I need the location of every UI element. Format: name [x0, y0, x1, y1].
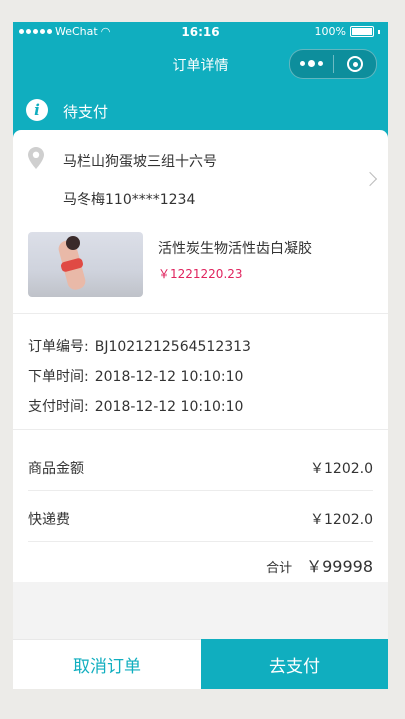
chevron-right-icon[interactable] — [362, 171, 378, 187]
nav-bar: 订单详情 — [13, 42, 388, 86]
mini-program-capsule — [289, 49, 377, 79]
goods-amount-label: 商品金额 — [28, 461, 84, 477]
pay-time-row: 支付时间: 2018-12-12 10:10:10 — [28, 396, 243, 416]
order-number-value: BJ1021212564512313 — [94, 339, 251, 355]
order-number-row: 订单编号: BJ1021212564512313 — [28, 336, 251, 356]
pay-button[interactable]: 去支付 — [201, 639, 388, 689]
product-thumbnail[interactable] — [28, 232, 143, 297]
amount-section: 商品金额 ￥1202.0 快递费 ￥1202.0 合计 ￥99998 — [13, 430, 388, 582]
product-price: ￥1221220.23 — [158, 267, 243, 281]
order-time-label: 下单时间: — [28, 369, 89, 385]
cancel-order-button[interactable]: 取消订单 — [13, 639, 201, 689]
battery-icon — [350, 26, 374, 37]
phone-screen: WeChat ◠ 16:16 100% 订单详情 i 待支付 马栏山狗蛋坡三组十… — [13, 22, 388, 689]
total-row: 合计 ￥99998 — [266, 553, 373, 577]
battery-percent: 100% — [314, 25, 346, 38]
pay-time-value: 2018-12-12 10:10:10 — [94, 399, 244, 415]
more-dots-icon[interactable] — [290, 60, 333, 67]
order-info-section: 订单编号: BJ1021212564512313 下单时间: 2018-12-12 … — [13, 314, 388, 429]
total-label: 合计 — [266, 561, 293, 576]
address-section[interactable]: 马栏山狗蛋坡三组十六号 马冬梅110****1234 活性炭生物活性齿白凝胶 ￥… — [13, 130, 388, 313]
action-bar: 取消订单 去支付 — [13, 639, 388, 689]
total-value: ￥99998 — [306, 557, 373, 576]
close-circle-icon[interactable] — [334, 56, 376, 72]
order-card: 马栏山狗蛋坡三组十六号 马冬梅110****1234 活性炭生物活性齿白凝胶 ￥… — [13, 130, 388, 582]
info-icon: i — [26, 99, 48, 121]
divider — [28, 541, 373, 542]
status-bar: WeChat ◠ 16:16 100% — [13, 22, 388, 42]
order-time-value: 2018-12-12 10:10:10 — [94, 369, 244, 385]
shipping-fee-value: ￥1202.0 — [310, 512, 373, 528]
shipping-fee-label: 快递费 — [28, 512, 70, 528]
divider — [28, 490, 373, 491]
goods-amount-row: 商品金额 ￥1202.0 — [28, 458, 373, 478]
order-number-label: 订单编号: — [28, 339, 89, 355]
contact-info: 马冬梅110****1234 — [63, 192, 196, 208]
shipping-fee-row: 快递费 ￥1202.0 — [28, 509, 373, 529]
order-status-label: 待支付 — [63, 103, 109, 121]
pay-time-label: 支付时间: — [28, 399, 89, 415]
location-pin-icon — [28, 147, 44, 169]
order-time-row: 下单时间: 2018-12-12 10:10:10 — [28, 366, 243, 386]
product-name: 活性炭生物活性齿白凝胶 — [158, 241, 312, 257]
address-line: 马栏山狗蛋坡三组十六号 — [63, 154, 217, 170]
goods-amount-value: ￥1202.0 — [310, 461, 373, 477]
